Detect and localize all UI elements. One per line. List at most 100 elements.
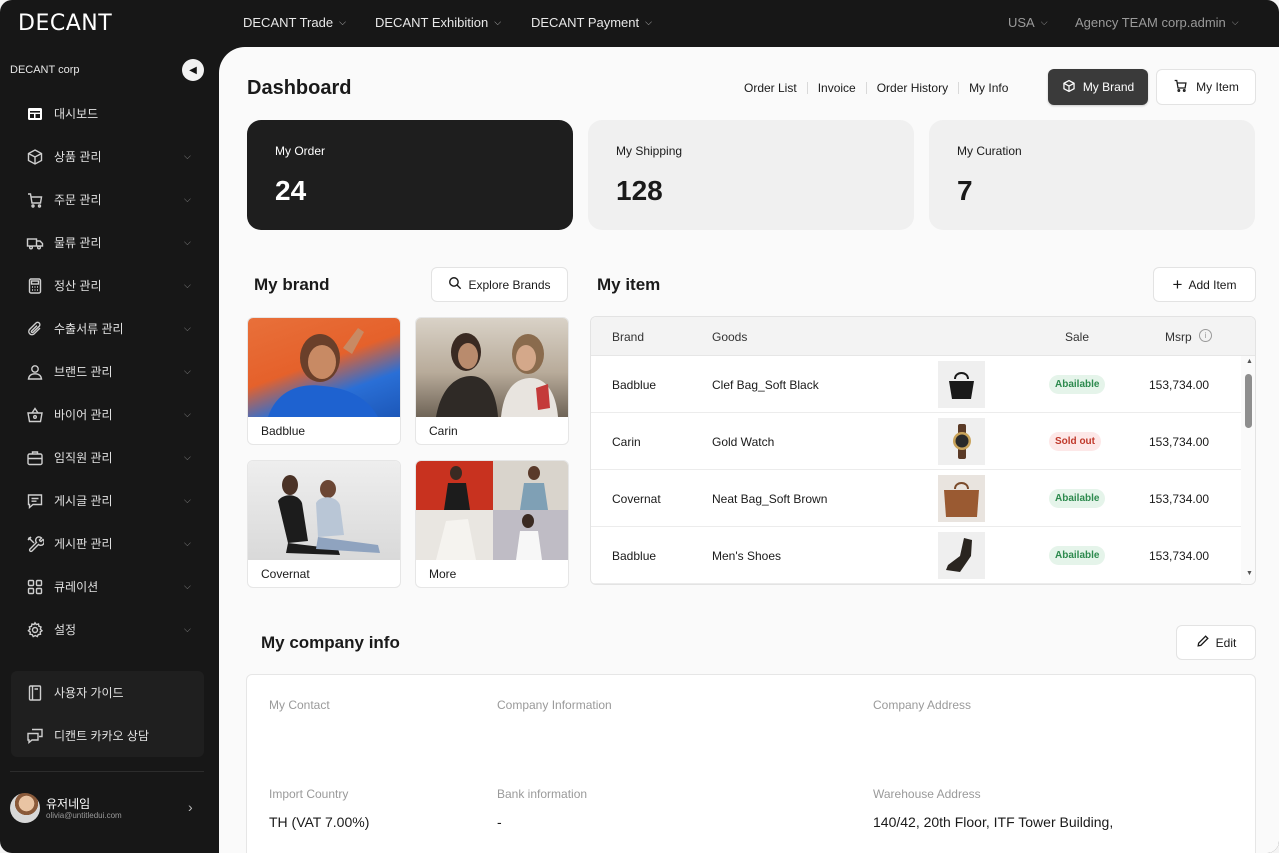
box-icon <box>26 148 44 166</box>
link-order-list[interactable]: Order List <box>744 81 797 95</box>
stat-card-my-shipping[interactable]: My Shipping 128 <box>588 120 914 230</box>
product-thumbnail <box>938 418 985 465</box>
sidebar-item-label: 큐레이션 <box>54 580 99 594</box>
account-selector[interactable]: Agency TEAM corp.admin ⌵ <box>1075 15 1239 30</box>
sidebar-item-logistics[interactable]: 물류 관리 ⌵ <box>0 221 219 264</box>
chevron-down-icon: ⌵ <box>184 581 191 591</box>
sidebar-item-posts[interactable]: 게시글 관리 ⌵ <box>0 479 219 522</box>
topnav-trade[interactable]: DECANT Trade ⌵ <box>243 15 346 30</box>
label-bank-information: Bank information <box>497 787 588 801</box>
cell-brand: Carin <box>612 435 641 449</box>
brand-name: Covernat <box>261 567 310 581</box>
explore-brands-button[interactable]: Explore Brands <box>431 267 568 302</box>
brand-card-more[interactable]: More <box>415 460 569 588</box>
table-row[interactable]: Carin Gold Watch Sold out 153,734.00 <box>591 413 1241 470</box>
topnav-payment[interactable]: DECANT Payment ⌵ <box>531 15 652 30</box>
my-brand-label: My Brand <box>1082 80 1135 94</box>
user-profile[interactable]: 유저네임 olivia@untitledui.com › <box>10 793 210 823</box>
label-warehouse-address: Warehouse Address <box>873 787 981 801</box>
add-item-button[interactable]: + Add Item <box>1153 267 1256 302</box>
sidebar-item-employees[interactable]: 임직원 관리 ⌵ <box>0 436 219 479</box>
main-content: Dashboard Order List Invoice Order Histo… <box>219 47 1279 853</box>
scroll-down-arrow-icon[interactable]: ▼ <box>1246 570 1253 577</box>
sidebar-item-buyers[interactable]: 바이어 관리 ⌵ <box>0 393 219 436</box>
table-row[interactable]: Badblue Clef Bag_Soft Black Abailable 15… <box>591 356 1241 413</box>
table-scrollbar[interactable]: ▲ ▼ <box>1241 356 1255 584</box>
topnav-trade-label: DECANT Trade <box>243 15 334 30</box>
sidebar-item-label: 대시보드 <box>54 107 99 121</box>
cell-msrp: 153,734.00 <box>1149 378 1210 392</box>
cell-goods: Men's Shoes <box>712 549 781 563</box>
brand-card-covernat[interactable]: Covernat <box>247 460 401 588</box>
sidebar-item-settlement[interactable]: 정산 관리 ⌵ <box>0 264 219 307</box>
brand-image <box>248 461 400 560</box>
my-item-button[interactable]: My Item <box>1156 69 1256 105</box>
sidebar-item-label: 임직원 관리 <box>54 451 113 465</box>
cell-msrp: 153,734.00 <box>1149 492 1210 506</box>
sidebar-item-label: 물류 관리 <box>54 236 102 250</box>
stat-card-my-curation[interactable]: My Curation 7 <box>929 120 1255 230</box>
value-warehouse-address: 140/42, 20th Floor, ITF Tower Building, <box>873 814 1114 830</box>
user-email: olivia@untitledui.com <box>46 811 122 820</box>
divider <box>958 82 960 94</box>
search-icon <box>448 276 462 293</box>
guide-label: 사용자 가이드 <box>54 686 124 700</box>
chevron-down-icon: ⌵ <box>184 452 191 462</box>
sidebar-item-products[interactable]: 상품 관리 ⌵ <box>0 135 219 178</box>
brand-card-carin[interactable]: Carin <box>415 317 569 445</box>
basket-icon <box>26 406 44 424</box>
brand-card-badblue[interactable]: Badblue <box>247 317 401 445</box>
sidebar-item-kakao-chat[interactable]: 디캔트 카카오 상담 <box>11 714 204 757</box>
chevron-down-icon: ⌵ <box>1231 17 1239 27</box>
my-brand-button[interactable]: My Brand <box>1048 69 1148 105</box>
sidebar-item-export-docs[interactable]: 수출서류 관리 ⌵ <box>0 307 219 350</box>
collapse-sidebar-button[interactable]: ◀ <box>182 59 204 81</box>
stat-value: 128 <box>616 175 663 206</box>
scroll-up-arrow-icon[interactable]: ▲ <box>1246 358 1253 365</box>
edit-company-button[interactable]: Edit <box>1176 625 1256 660</box>
app-logo[interactable]: DECANT <box>18 11 112 36</box>
column-msrp: Msrp <box>1165 330 1192 344</box>
sidebar-item-user-guide[interactable]: 사용자 가이드 <box>11 671 204 714</box>
cell-brand: Badblue <box>612 549 657 563</box>
sidebar: DECANT corp ◀ 대시보드 상품 관리 ⌵ 주문 관리 ⌵ 물류 관리 <box>0 47 219 853</box>
topnav-exhibition[interactable]: DECANT Exhibition ⌵ <box>375 15 501 30</box>
sidebar-divider <box>10 771 204 772</box>
scrollbar-thumb[interactable] <box>1245 374 1252 428</box>
app-window: DECANT DECANT Trade ⌵ DECANT Exhibition … <box>0 0 1279 853</box>
divider <box>806 82 808 94</box>
sidebar-item-label: 설정 <box>54 623 77 637</box>
table-row[interactable]: Covernat Neat Bag_Soft Brown Abailable 1… <box>591 470 1241 527</box>
sidebar-item-label: 게시판 관리 <box>54 537 113 551</box>
region-label: USA <box>1008 15 1035 30</box>
company-info-panel: My Contact Company Information Company A… <box>246 674 1256 853</box>
chevron-down-icon: ⌵ <box>184 323 191 333</box>
status-badge: Abailable <box>1049 375 1106 394</box>
column-goods: Goods <box>712 330 748 344</box>
stat-card-my-order[interactable]: My Order 24 <box>247 120 573 230</box>
sidebar-item-brands[interactable]: 브랜드 관리 ⌵ <box>0 350 219 393</box>
value-bank-information: - <box>497 814 502 830</box>
sidebar-item-settings[interactable]: 설정 ⌵ <box>0 608 219 651</box>
book-icon <box>26 684 44 702</box>
sidebar-item-orders[interactable]: 주문 관리 ⌵ <box>0 178 219 221</box>
chevron-down-icon: ⌵ <box>184 538 191 548</box>
link-my-info[interactable]: My Info <box>969 81 1008 95</box>
truck-icon <box>26 234 44 252</box>
region-selector[interactable]: USA ⌵ <box>1008 15 1048 30</box>
quick-links: Order List Invoice Order History My Info <box>744 81 1008 95</box>
sidebar-item-curation[interactable]: 큐레이션 ⌵ <box>0 565 219 608</box>
sidebar-item-dashboard[interactable]: 대시보드 <box>0 92 219 135</box>
plus-icon: + <box>1172 275 1183 294</box>
info-icon[interactable]: i <box>1199 329 1212 342</box>
stat-label: My Curation <box>957 144 1022 158</box>
table-row[interactable]: Badblue Men's Shoes Abailable 153,734.00 <box>591 527 1241 584</box>
chevron-right-icon[interactable]: › <box>188 799 193 815</box>
stat-label: My Shipping <box>616 144 683 158</box>
sidebar-item-boards[interactable]: 게시판 관리 ⌵ <box>0 522 219 565</box>
link-order-history[interactable]: Order History <box>877 81 948 95</box>
sidebar-menu: 대시보드 상품 관리 ⌵ 주문 관리 ⌵ 물류 관리 ⌵ 정산 관리 ⌵ 수출서… <box>0 92 219 651</box>
link-invoice[interactable]: Invoice <box>818 81 856 95</box>
gear-icon <box>26 620 44 639</box>
label-import-country: Import Country <box>269 787 349 801</box>
